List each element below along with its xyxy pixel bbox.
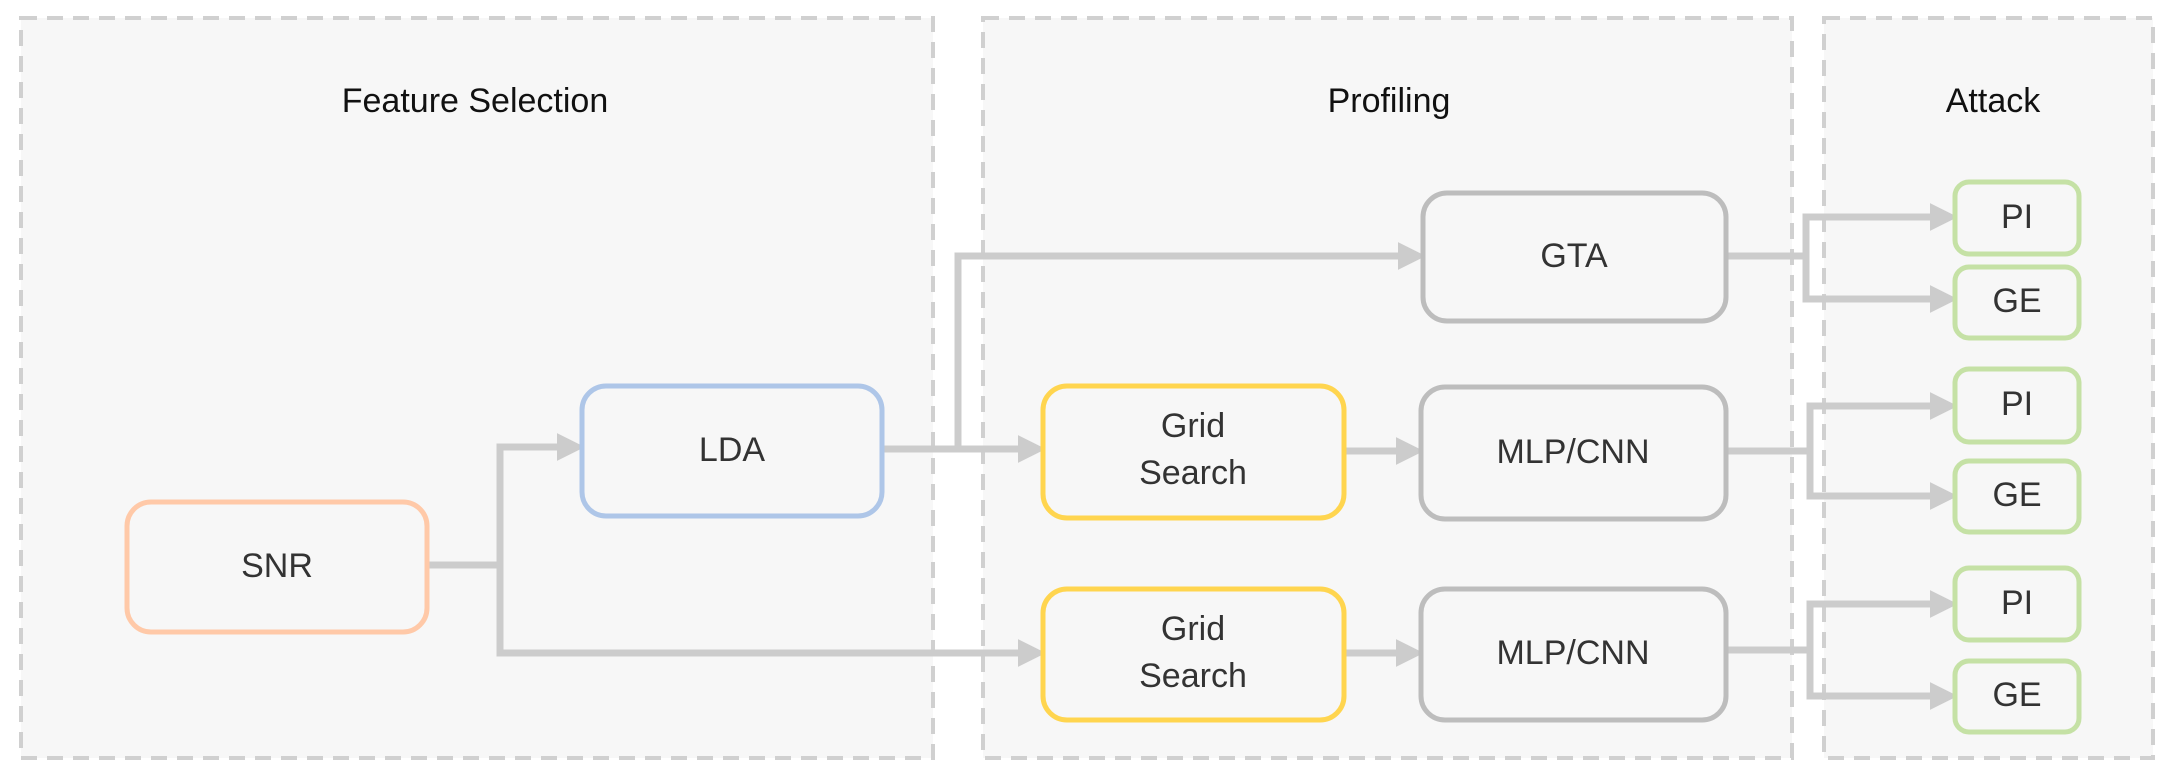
node-label: Search — [1139, 657, 1247, 695]
node-label: GE — [1992, 476, 2041, 514]
node-label: MLP/CNN — [1496, 433, 1649, 471]
node-mlp-cnn-1: MLP/CNN — [1418, 384, 1729, 522]
node-label: Grid — [1161, 407, 1225, 445]
node-label: SNR — [241, 547, 313, 585]
node-gta: GTA — [1420, 190, 1729, 324]
node-label: GE — [1992, 676, 2041, 714]
node-label: GE — [1992, 282, 2041, 320]
node-snr: SNR — [124, 499, 430, 635]
attack-ge-3: GE — [1952, 658, 2082, 735]
section-title: Profiling — [1328, 82, 1451, 120]
attack-pi-2: PI — [1952, 366, 2082, 445]
node-grid-search-2: Grid Search — [1040, 586, 1347, 723]
node-mlp-cnn-2: MLP/CNN — [1418, 586, 1729, 723]
attack-pi-1: PI — [1952, 179, 2082, 257]
section-title: Feature Selection — [342, 82, 609, 120]
node-label: PI — [2001, 198, 2033, 236]
section-title: Attack — [1946, 82, 2041, 120]
attack-pi-3: PI — [1952, 565, 2082, 643]
node-label: Grid — [1161, 610, 1225, 648]
node-label: MLP/CNN — [1496, 634, 1649, 672]
attack-ge-1: GE — [1952, 264, 2082, 341]
node-lda: LDA — [579, 383, 885, 519]
node-label: PI — [2001, 385, 2033, 423]
node-label: Search — [1139, 454, 1247, 492]
node-label: LDA — [699, 431, 765, 469]
node-label: GTA — [1540, 237, 1608, 275]
pipeline-diagram: Feature Selection Profiling Attack SNR L… — [19, 16, 2155, 760]
attack-ge-2: GE — [1952, 458, 2082, 535]
node-label: PI — [2001, 584, 2033, 622]
node-grid-search-1: Grid Search — [1040, 383, 1347, 521]
